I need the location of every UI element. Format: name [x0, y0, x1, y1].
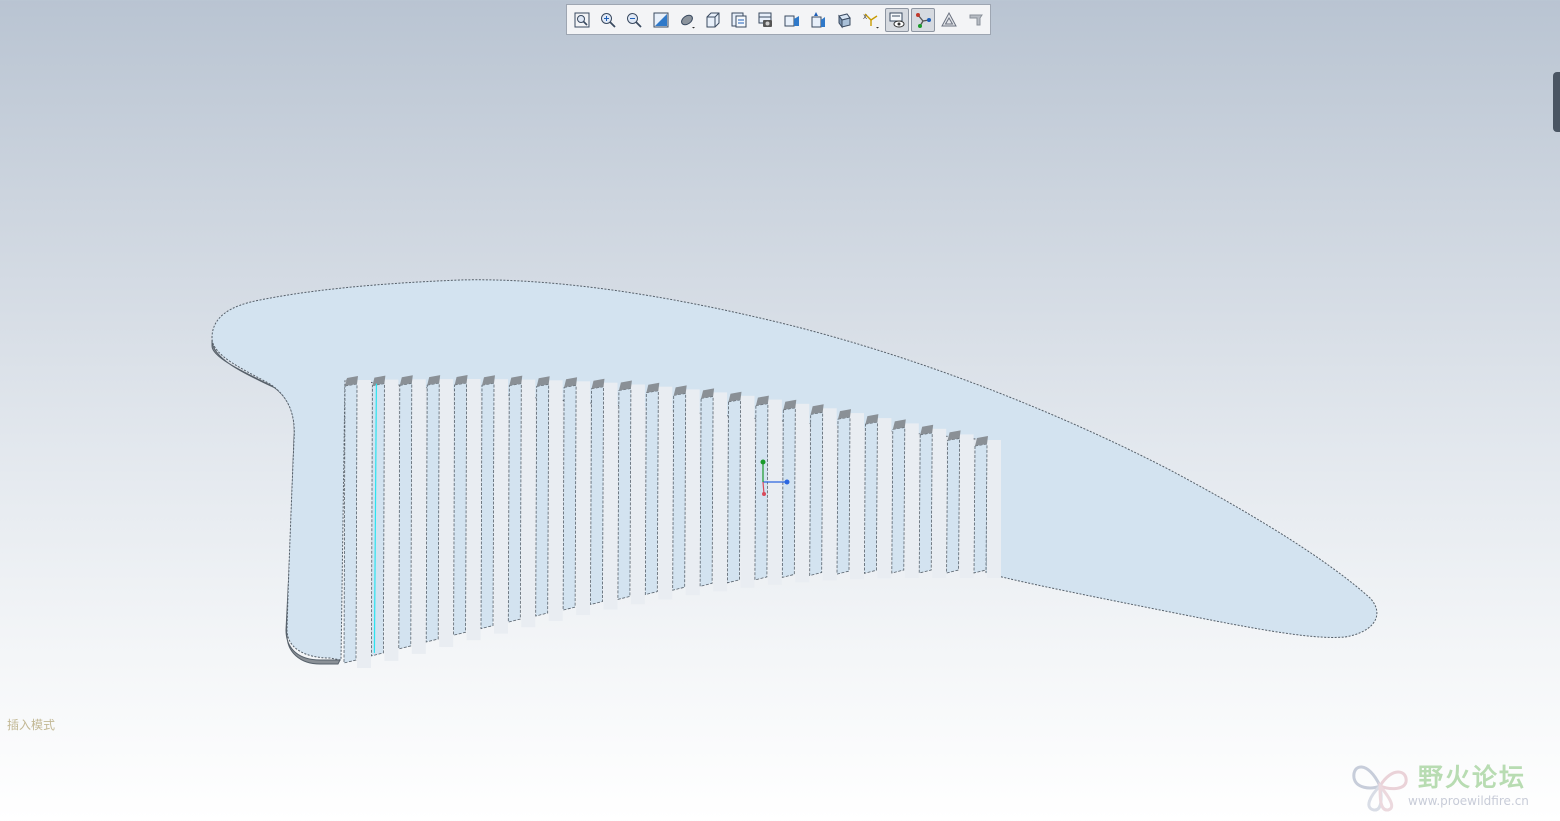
- tooth-gap: [713, 392, 728, 592]
- tooth-gap: [384, 379, 399, 661]
- comb-tooth[interactable]: [781, 407, 796, 578]
- axis-display-icon: [916, 12, 932, 28]
- comb-tooth[interactable]: [617, 388, 632, 600]
- zoom-out-icon: [627, 12, 643, 28]
- section-icon: [758, 12, 772, 27]
- butterfly-logo-icon: [1352, 765, 1408, 812]
- datum-display-icon: X: [863, 13, 879, 28]
- comb-tooth[interactable]: [863, 421, 878, 574]
- tooth-gap: [904, 423, 919, 578]
- tooth-gap: [466, 379, 481, 641]
- csys-display-icon: [969, 14, 983, 25]
- axis-display-button[interactable]: [911, 7, 936, 32]
- tooth-gap: [685, 389, 700, 596]
- model-canvas[interactable]: [0, 0, 1560, 821]
- perspective-icon: [784, 15, 799, 26]
- section-button[interactable]: [754, 8, 778, 32]
- comb-tooth[interactable]: [425, 382, 440, 643]
- side-panel-tab[interactable]: [1553, 72, 1560, 132]
- comb-tooth[interactable]: [754, 403, 769, 581]
- tooth-gap: [548, 380, 563, 621]
- comb-tooth[interactable]: [480, 382, 495, 630]
- svg-text:X: X: [863, 14, 867, 21]
- repaint-icon: [653, 12, 669, 27]
- comb-tooth[interactable]: [398, 382, 413, 650]
- comb-tooth[interactable]: [699, 395, 714, 587]
- saved-views-button[interactable]: [701, 8, 725, 32]
- tooth-gap: [767, 399, 782, 585]
- comb-tooth[interactable]: [507, 383, 522, 623]
- tooth-gap: [795, 403, 810, 583]
- forum-watermark: 野火论坛 www.proewildfire.cn: [1350, 756, 1555, 816]
- comb-tooth[interactable]: [836, 416, 851, 575]
- spin-center-button[interactable]: [806, 8, 830, 32]
- tooth-gap: [411, 379, 426, 654]
- tooth-gap: [850, 413, 864, 580]
- csys-display-button[interactable]: [964, 8, 988, 32]
- plane-display-icon: [889, 12, 905, 27]
- perspective-button[interactable]: [780, 8, 804, 32]
- annotation-display-button[interactable]: [833, 8, 857, 32]
- comb-tooth[interactable]: [343, 383, 358, 664]
- mode-status: 插入模式: [7, 718, 56, 732]
- tooth-gap: [357, 380, 371, 668]
- saved-views-icon: [706, 12, 720, 27]
- tooth-gap: [521, 379, 536, 628]
- comb-tooth[interactable]: [562, 384, 577, 611]
- tooth-gap: [494, 379, 508, 634]
- tooth-gap: [603, 382, 618, 610]
- zoom-out-button[interactable]: [623, 8, 647, 32]
- comb-tooth[interactable]: [453, 382, 468, 636]
- refit-icon: [574, 12, 590, 27]
- tooth-gap: [630, 384, 645, 605]
- view-manager-icon: [731, 12, 747, 27]
- view-toolbar: X: [566, 4, 991, 35]
- comb-tooth[interactable]: [672, 392, 687, 591]
- comb-tooth[interactable]: [918, 432, 933, 574]
- comb-tooth[interactable]: [891, 426, 906, 574]
- zoom-in-button[interactable]: [596, 8, 620, 32]
- repaint-button[interactable]: [649, 8, 673, 32]
- csys-z-end: [762, 492, 766, 496]
- comb-tooth[interactable]: [370, 383, 385, 657]
- zoom-in-icon: [601, 12, 616, 28]
- point-display-icon: [941, 11, 958, 26]
- comb-tooth[interactable]: [809, 411, 824, 577]
- tooth-gap: [822, 408, 837, 581]
- comb-tooth[interactable]: [973, 443, 988, 574]
- tooth-gap: [877, 418, 892, 579]
- csys-y-end: [760, 459, 766, 465]
- tooth-gap: [439, 379, 454, 647]
- watermark-title: 野火论坛: [1418, 763, 1527, 792]
- plane-display-button[interactable]: [885, 7, 909, 32]
- tooth-gap: [959, 434, 974, 578]
- display-style-button[interactable]: [675, 8, 699, 32]
- comb-tooth[interactable]: [727, 399, 741, 584]
- datum-display-button[interactable]: X: [859, 8, 883, 32]
- tooth-gap: [932, 428, 947, 578]
- comb-tooth[interactable]: [590, 386, 604, 606]
- display-style-icon: [681, 14, 695, 28]
- comb-tooth[interactable]: [946, 437, 961, 574]
- refit-button[interactable]: [570, 8, 594, 32]
- tooth-gap: [740, 395, 755, 588]
- csys-x-end: [784, 479, 790, 485]
- comb-tooth[interactable]: [535, 383, 550, 617]
- view-manager-button[interactable]: [728, 8, 752, 32]
- watermark-url: www.proewildfire.cn: [1408, 794, 1529, 808]
- point-display-button[interactable]: [938, 8, 962, 32]
- comb-tooth[interactable]: [644, 390, 659, 596]
- annotation-display-icon: [838, 12, 852, 28]
- spin-center-icon: [811, 11, 826, 27]
- tooth-gap: [576, 381, 591, 616]
- tooth-gap: [987, 440, 1001, 578]
- tooth-gap: [658, 386, 673, 600]
- graphics-viewport[interactable]: [0, 0, 1560, 821]
